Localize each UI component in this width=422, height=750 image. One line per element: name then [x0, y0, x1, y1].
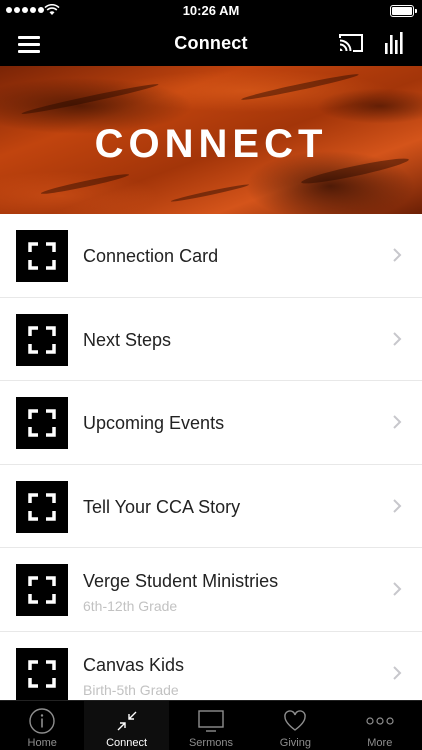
- qr-scan-icon: [16, 230, 68, 282]
- list-item[interactable]: Verge Student Ministries 6th-12th Grade: [0, 548, 422, 632]
- list-item-label: Next Steps: [83, 329, 172, 350]
- list-item-label: Upcoming Events: [83, 413, 225, 433]
- collapse-arrows-icon: [117, 711, 137, 731]
- tab-giving[interactable]: Giving: [253, 701, 337, 750]
- list-item-subtitle: Birth-5th Grade: [83, 681, 179, 698]
- cast-icon[interactable]: [338, 32, 364, 54]
- list-item-label: Verge Student Ministries: [83, 571, 279, 591]
- list-item[interactable]: Upcoming Events: [0, 381, 422, 465]
- status-bar: 10:26 AM: [0, 0, 422, 22]
- ellipsis-icon: [366, 717, 394, 725]
- qr-scan-icon: [16, 313, 68, 366]
- qr-scan-icon: [16, 647, 68, 700]
- monitor-icon: [198, 710, 224, 732]
- status-time: 10:26 AM: [182, 3, 240, 18]
- battery-icon: [390, 5, 417, 17]
- list-item[interactable]: Canvas Kids Birth-5th Grade: [0, 632, 422, 701]
- tab-label: Giving: [279, 737, 311, 749]
- list-item-label: Connection Card: [83, 246, 219, 266]
- chevron-right-icon: [393, 582, 402, 596]
- list-item[interactable]: Connection Card: [0, 214, 422, 298]
- hero-title: CONNECT: [94, 122, 328, 166]
- chevron-right-icon: [393, 415, 402, 429]
- tab-bar: Home Connect Sermons Giving More: [0, 700, 422, 750]
- chevron-right-icon: [393, 248, 402, 262]
- tab-label: More: [367, 737, 393, 749]
- qr-scan-icon: [16, 397, 68, 449]
- tab-home[interactable]: Home: [0, 701, 84, 750]
- bar-chart-icon[interactable]: [384, 31, 406, 55]
- chevron-right-icon: [393, 498, 402, 513]
- tab-more[interactable]: More: [338, 701, 422, 750]
- connect-list: Connection Card Next Steps Upcoming Even…: [0, 214, 422, 700]
- tab-sermons[interactable]: Sermons: [169, 701, 253, 750]
- chevron-right-icon: [393, 331, 402, 346]
- qr-scan-icon: [16, 564, 68, 616]
- info-icon: [29, 708, 55, 734]
- list-item-label: Tell Your CCA Story: [83, 496, 241, 517]
- tab-connect[interactable]: Connect: [84, 701, 169, 750]
- list-item[interactable]: Tell Your CCA Story: [0, 465, 422, 548]
- heart-icon: [284, 710, 307, 731]
- list-item-subtitle: 6th-12th Grade: [83, 598, 178, 614]
- chevron-right-icon: [393, 665, 402, 680]
- hero-banner: CONNECT: [0, 66, 422, 214]
- qr-scan-icon: [16, 480, 68, 533]
- nav-bar: Connect: [0, 22, 422, 66]
- list-item-label: Canvas Kids: [83, 654, 185, 675]
- tab-label: Sermons: [188, 737, 233, 749]
- tab-label: Home: [27, 737, 57, 749]
- tab-label: Connect: [106, 737, 148, 749]
- list-item[interactable]: Next Steps: [0, 298, 422, 381]
